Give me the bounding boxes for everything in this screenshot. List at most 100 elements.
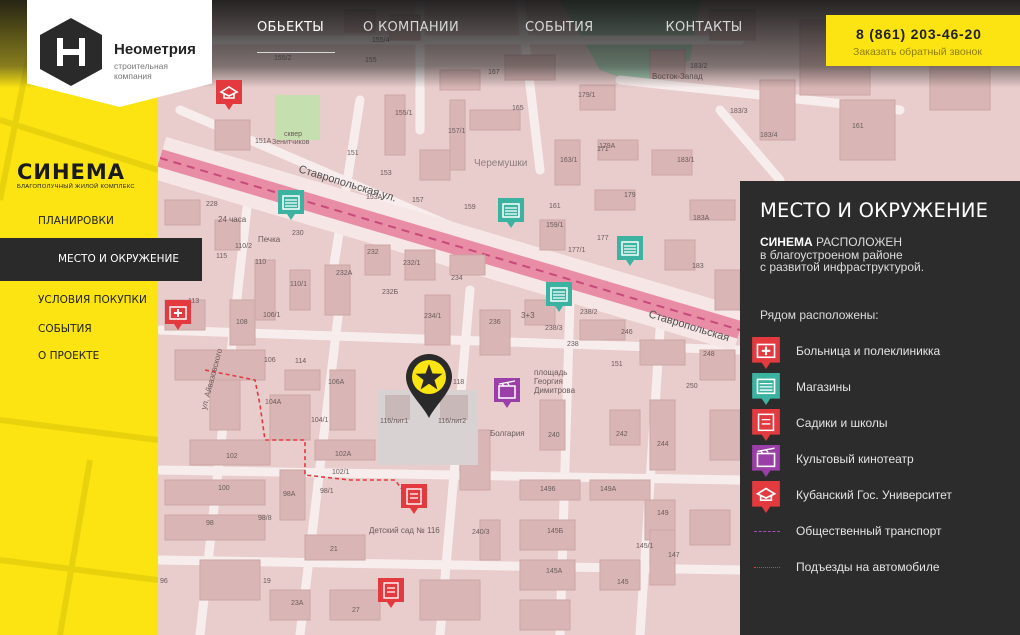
shop-pin-icon[interactable]	[498, 198, 524, 228]
svg-text:118: 118	[453, 379, 464, 386]
svg-text:Детский сад № 116: Детский сад № 116	[369, 526, 440, 535]
legend-university[interactable]: Кубанский Гос. Университет	[752, 481, 1012, 513]
hospital-icon	[752, 337, 780, 369]
hospital-pin-icon[interactable]	[165, 300, 191, 330]
svg-text:159/1: 159/1	[546, 222, 564, 229]
svg-text:183/4: 183/4	[760, 132, 778, 139]
sidebar-item-events[interactable]: СОБЫТИЯ	[38, 323, 92, 335]
legend-label: Подъезды на автомобиле	[796, 560, 940, 574]
nav-about-company[interactable]: О КОМПАНИИ	[363, 20, 459, 40]
callback-link[interactable]: Заказать обратный звонок	[853, 46, 982, 58]
cinema-icon	[752, 445, 780, 477]
transport-line-icon	[754, 531, 780, 532]
svg-text:153: 153	[380, 170, 392, 177]
nearby-title: Рядом расположены:	[760, 308, 879, 322]
svg-text:145/1: 145/1	[636, 543, 654, 550]
main-nav: ОБЬЕКТЫ О КОМПАНИИ СОБЫТИЯ КОНТАКТЫ	[257, 20, 743, 40]
sidebar-item-location[interactable]: МЕСТО И ОКРУЖЕНИЕ	[0, 238, 202, 281]
svg-text:110: 110	[255, 259, 266, 266]
shop-pin-icon[interactable]	[546, 282, 572, 312]
legend-car-route[interactable]: Подъезды на автомобиле	[752, 553, 1012, 581]
svg-text:232: 232	[367, 249, 379, 256]
svg-text:177: 177	[597, 235, 609, 242]
school-pin-icon[interactable]	[378, 578, 404, 608]
svg-text:145Б: 145Б	[547, 528, 564, 535]
university-pin-icon[interactable]	[216, 80, 242, 110]
svg-text:98/1: 98/1	[320, 488, 334, 495]
svg-text:153А: 153А	[366, 194, 383, 201]
school-pin-icon[interactable]	[401, 484, 427, 514]
svg-text:159: 159	[464, 204, 476, 211]
brand-subtitle: строительная компания	[114, 61, 169, 81]
svg-text:234/1: 234/1	[424, 313, 442, 320]
nav-objects[interactable]: ОБЬЕКТЫ	[257, 20, 324, 40]
legend-label: Общественный транспорт	[796, 524, 942, 538]
svg-text:21: 21	[330, 546, 338, 553]
svg-text:234: 234	[451, 275, 463, 282]
legend-label: Магазины	[796, 380, 851, 394]
svg-text:100: 100	[218, 485, 230, 492]
svg-text:145А: 145А	[546, 568, 563, 575]
sidebar-item-terms[interactable]: УСЛОВИЯ ПОКУПКИ	[38, 294, 147, 306]
svg-text:23А: 23А	[291, 600, 304, 607]
phone-number[interactable]: 8 (861) 203-46-20	[856, 26, 982, 42]
shop-pin-icon[interactable]	[278, 190, 304, 220]
svg-text:238/2: 238/2	[580, 309, 598, 316]
project-tagline: благополучный жилой комплекс	[17, 184, 135, 190]
svg-text:1496: 1496	[540, 486, 556, 493]
svg-text:98/8: 98/8	[258, 515, 272, 522]
svg-text:Печка: Печка	[258, 235, 281, 244]
shop-pin-icon[interactable]	[617, 236, 643, 266]
neometria-logo-icon	[40, 18, 102, 86]
shop-icon	[752, 373, 780, 405]
svg-text:183/1: 183/1	[677, 157, 695, 164]
svg-text:228: 228	[206, 201, 218, 208]
svg-text:149: 149	[657, 510, 669, 517]
svg-text:163/1: 163/1	[560, 157, 578, 164]
project-logo[interactable]: СИНЕМА	[17, 160, 125, 184]
phone-callback-box[interactable]: 8 (861) 203-46-20 Заказать обратный звон…	[826, 15, 1020, 66]
svg-text:157/1: 157/1	[448, 128, 466, 135]
svg-text:106/1: 106/1	[263, 312, 281, 319]
legend-shops[interactable]: Магазины	[752, 373, 1012, 405]
legend-cinema[interactable]: Культовый кинотеатр	[752, 445, 1012, 477]
svg-text:116/лит2: 116/лит2	[438, 418, 466, 425]
complex-location-pin-icon[interactable]	[404, 354, 454, 418]
car-route-line-icon	[754, 567, 780, 568]
svg-text:151: 151	[611, 361, 623, 368]
svg-text:151: 151	[347, 150, 359, 157]
nav-contacts[interactable]: КОНТАКТЫ	[665, 20, 742, 40]
svg-text:250: 250	[686, 383, 698, 390]
school-icon	[752, 409, 780, 441]
legend-hospital[interactable]: Больница и полеклиникка	[752, 337, 1012, 369]
svg-text:104/1: 104/1	[311, 417, 329, 424]
svg-text:165: 165	[512, 105, 524, 112]
svg-text:161: 161	[549, 203, 561, 210]
svg-text:177/1: 177/1	[568, 247, 586, 254]
panel-description: СИНЕМА РАСПОЛОЖЕН в благоустроеном район…	[760, 235, 925, 274]
cinema-pin-icon[interactable]	[494, 378, 520, 408]
legend-label: Больница и полеклиникка	[796, 344, 941, 358]
svg-text:232Б: 232Б	[382, 289, 399, 296]
svg-text:Димитрова: Димитрова	[534, 386, 576, 395]
brand-name: Неометрия	[114, 41, 196, 58]
legend-schools[interactable]: Садики и школы	[752, 409, 1012, 441]
svg-text:98А: 98А	[283, 491, 296, 498]
sidebar-item-about[interactable]: О ПРОЕКТЕ	[38, 350, 99, 362]
sidebar-item-label: МЕСТО И ОКРУЖЕНИЕ	[58, 253, 180, 265]
svg-text:102/1: 102/1	[332, 469, 350, 476]
svg-text:102А: 102А	[335, 451, 352, 458]
svg-text:155/1: 155/1	[395, 110, 413, 117]
svg-text:240/3: 240/3	[472, 529, 490, 536]
svg-text:149А: 149А	[600, 486, 617, 493]
nav-active-indicator	[257, 52, 335, 53]
sidebar-item-layouts[interactable]: ПЛАНИРОВКИ	[38, 215, 114, 227]
svg-text:98: 98	[206, 520, 214, 527]
svg-text:240: 240	[548, 432, 560, 439]
svg-text:179: 179	[624, 192, 636, 199]
nav-events[interactable]: СОБЫТИЯ	[525, 20, 594, 40]
legend-transport[interactable]: Общественный транспорт	[752, 517, 1012, 545]
svg-text:Георгия: Георгия	[534, 377, 563, 386]
svg-text:110/1: 110/1	[290, 281, 307, 288]
legend-label: Кубанский Гос. Университет	[796, 488, 952, 502]
